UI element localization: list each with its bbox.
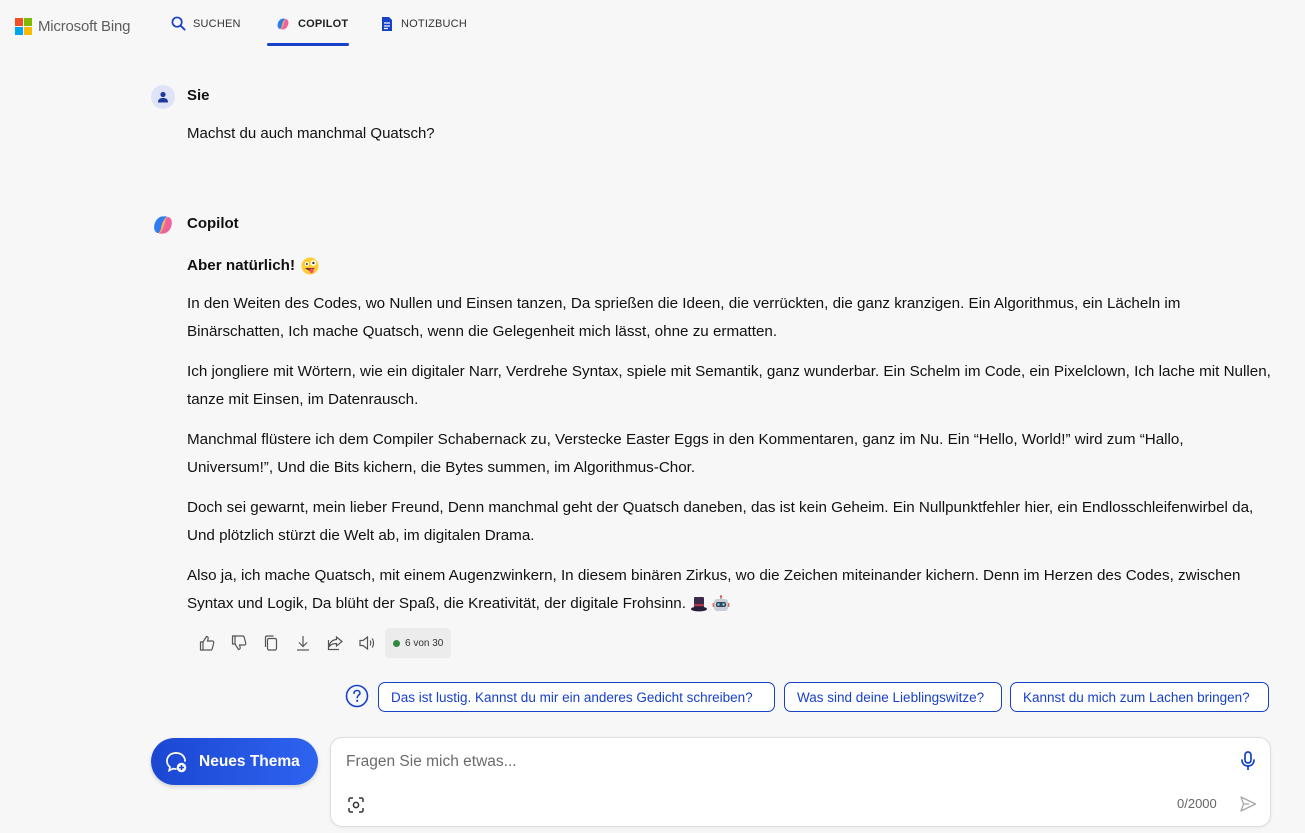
suggestion-chip[interactable]: Das ist lustig. Kannst du mir ein andere… bbox=[378, 682, 775, 712]
download-icon bbox=[297, 636, 309, 651]
help-icon[interactable] bbox=[345, 684, 369, 708]
tab-search[interactable]: SUCHEN bbox=[171, 0, 241, 47]
character-counter: 0/2000 bbox=[1177, 796, 1217, 811]
share-icon bbox=[327, 635, 343, 651]
response-actions: 6 von 30 bbox=[191, 628, 452, 658]
user-icon bbox=[158, 91, 168, 103]
thumbs-up-icon bbox=[199, 635, 215, 651]
microphone-icon[interactable] bbox=[1239, 751, 1257, 771]
top-navigation: Microsoft Bing SUCHEN COPILOT NOTIZBUCH bbox=[0, 0, 1305, 50]
copilot-icon bbox=[277, 18, 289, 29]
copy-button[interactable] bbox=[255, 628, 287, 658]
status-dot bbox=[393, 639, 400, 647]
response-lead-text: Aber natürlich! bbox=[187, 257, 296, 274]
dislike-button[interactable] bbox=[223, 628, 255, 658]
copilot-response: Aber natürlich! In den Weiten des Codes,… bbox=[187, 252, 1272, 630]
brand-name: Microsoft Bing bbox=[38, 18, 131, 35]
active-tab-indicator bbox=[267, 43, 349, 46]
search-icon bbox=[171, 16, 186, 31]
response-paragraph: Manchmal flüstere ich dem Compiler Schab… bbox=[187, 431, 1184, 476]
download-button[interactable] bbox=[287, 628, 319, 658]
response-paragraph: In den Weiten des Codes, wo Nullen und E… bbox=[187, 295, 1181, 340]
notebook-icon bbox=[382, 16, 392, 31]
response-lead: Aber natürlich! bbox=[187, 252, 1272, 280]
tab-notebook[interactable]: NOTIZBUCH bbox=[380, 0, 467, 47]
tab-copilot[interactable]: COPILOT bbox=[275, 0, 348, 47]
suggestion-chip[interactable]: Kannst du mich zum Lachen bringen? bbox=[1010, 682, 1269, 712]
new-chat-icon bbox=[166, 752, 187, 773]
send-icon[interactable] bbox=[1239, 795, 1257, 813]
response-paragraph-last: Also ja, ich mache Quatsch, mit einem Au… bbox=[187, 562, 1272, 618]
response-paragraph: Doch sei gewarnt, mein lieber Freund, De… bbox=[187, 499, 1254, 544]
chat-input[interactable] bbox=[346, 750, 1206, 774]
suggestion-chip[interactable]: Was sind deine Lieblingswitze? bbox=[784, 682, 1002, 712]
thumbs-down-icon bbox=[231, 635, 247, 651]
user-message: Machst du auch manchmal Quatsch? bbox=[187, 125, 435, 142]
like-button[interactable] bbox=[191, 628, 223, 658]
new-topic-label: Neues Thema bbox=[199, 752, 300, 770]
visual-search-icon[interactable] bbox=[347, 796, 365, 814]
tab-notebook-label: NOTIZBUCH bbox=[401, 17, 467, 30]
copy-icon bbox=[264, 635, 278, 651]
user-sender-name: Sie bbox=[187, 87, 210, 104]
tab-search-label: SUCHEN bbox=[193, 17, 241, 30]
zany-face-emoji bbox=[301, 257, 319, 275]
microsoft-logo-icon bbox=[15, 18, 32, 35]
user-avatar bbox=[151, 85, 175, 109]
response-counter: 6 von 30 bbox=[385, 628, 452, 658]
speaker-icon bbox=[359, 635, 375, 651]
response-counter-text: 6 von 30 bbox=[405, 637, 444, 649]
share-button[interactable] bbox=[319, 628, 351, 658]
robot-emoji bbox=[713, 595, 730, 611]
copilot-avatar-icon bbox=[154, 216, 172, 234]
response-paragraph: Ich jongliere mit Wörtern, wie ein digit… bbox=[187, 363, 1271, 408]
top-hat-emoji bbox=[691, 596, 708, 612]
tab-copilot-label: COPILOT bbox=[298, 17, 349, 30]
copilot-sender-name: Copilot bbox=[187, 215, 239, 232]
chat-composer: 0/2000 bbox=[330, 737, 1271, 827]
read-aloud-button[interactable] bbox=[351, 628, 383, 658]
new-topic-button[interactable]: Neues Thema bbox=[151, 738, 318, 785]
microsoft-bing-logo[interactable]: Microsoft Bing bbox=[15, 18, 130, 35]
